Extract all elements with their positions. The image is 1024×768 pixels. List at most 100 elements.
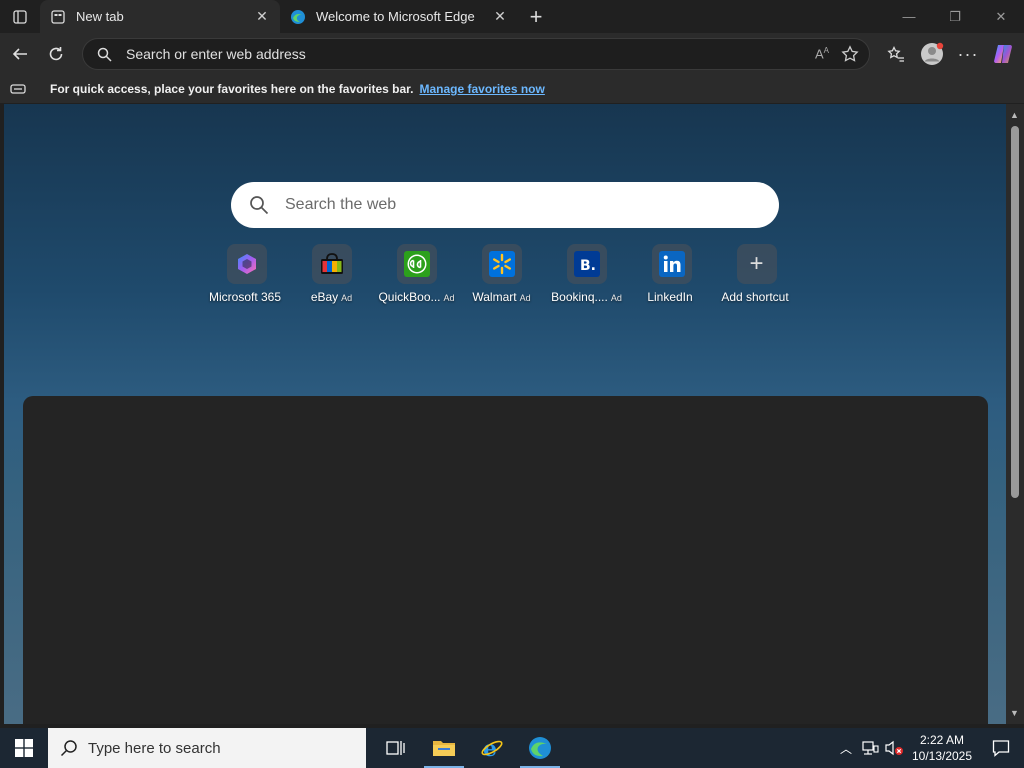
close-tab-icon[interactable]: ✕ xyxy=(254,8,270,25)
search-icon xyxy=(97,47,112,62)
web-search-input[interactable]: Search the web xyxy=(285,196,396,214)
scroll-down-icon[interactable]: ▼ xyxy=(1010,708,1019,718)
content-feed-panel xyxy=(23,396,988,724)
start-button[interactable] xyxy=(0,728,48,768)
walmart-icon xyxy=(488,251,515,277)
web-search-box[interactable]: Search the web xyxy=(231,182,779,228)
favorites-bar-icon xyxy=(0,83,36,95)
window-controls: — ❐ ✕ xyxy=(886,0,1024,33)
shortcut-ebay[interactable]: eBay Ad xyxy=(289,244,374,304)
tile: + xyxy=(736,244,777,284)
edge-icon xyxy=(529,737,551,759)
chevron-up-icon: ︿ xyxy=(839,741,852,756)
toolbar: Search or enter web address AA ··· xyxy=(0,33,1024,75)
new-tab-button[interactable]: + xyxy=(518,0,554,33)
internet-explorer-icon: e xyxy=(481,736,503,760)
new-tab-page: Search the web Microsoft 365 eBay Ad Quic… xyxy=(4,104,1006,724)
tab-title: New tab xyxy=(76,9,124,24)
page-scrollbar[interactable]: ▲ ▼ xyxy=(1006,104,1024,724)
plus-icon: + xyxy=(749,250,764,277)
tile xyxy=(226,244,267,284)
tile: B. xyxy=(566,244,607,284)
file-explorer-button[interactable] xyxy=(420,728,468,768)
close-window-button[interactable]: ✕ xyxy=(978,0,1024,33)
shortcuts-row: Microsoft 365 eBay Ad QuickBoo... Ad Walma… xyxy=(204,244,799,304)
system-tray: ︿ 2:22 AM 10/13/2025 xyxy=(834,728,1024,768)
taskbar-search[interactable]: Type here to search xyxy=(48,728,366,768)
microsoft-365-icon xyxy=(237,254,256,274)
folder-icon xyxy=(433,741,455,756)
search-icon xyxy=(60,740,77,757)
minimize-button[interactable]: — xyxy=(886,0,932,33)
back-arrow-icon xyxy=(12,48,27,60)
shortcut-label: Microsoft 365 xyxy=(208,290,282,304)
refresh-button[interactable] xyxy=(38,36,74,72)
favorites-bar: For quick access, place your favorites h… xyxy=(0,75,1024,103)
notifications-button[interactable] xyxy=(978,739,1024,757)
taskbar-search-input[interactable]: Type here to search xyxy=(88,740,221,757)
ad-badge: Ad xyxy=(443,293,455,303)
close-tab-icon[interactable]: ✕ xyxy=(492,8,508,25)
ebay-icon xyxy=(320,253,343,274)
shortcut-add[interactable]: + Add shortcut xyxy=(714,244,799,304)
internet-explorer-button[interactable]: e xyxy=(468,728,516,768)
notification-icon xyxy=(992,740,1010,757)
task-view-button[interactable] xyxy=(372,728,420,768)
booking-icon: B. xyxy=(573,251,600,277)
read-aloud-icon[interactable]: AA xyxy=(815,46,829,61)
tab-bar: New tab ✕ Welcome to Microsoft Edge ✕ + … xyxy=(0,0,1024,33)
clock-time: 2:22 AM xyxy=(919,733,965,747)
avatar-icon xyxy=(921,42,944,65)
task-view-icon xyxy=(386,741,405,755)
refresh-icon xyxy=(49,47,63,61)
network-icon[interactable] xyxy=(858,740,882,756)
linkedin-icon xyxy=(658,251,685,277)
shortcut-walmart[interactable]: Walmart Ad xyxy=(459,244,544,304)
windows-icon xyxy=(15,739,33,757)
quickbooks-icon xyxy=(403,251,430,277)
address-input[interactable]: Search or enter web address xyxy=(126,46,815,62)
tab-actions-button[interactable] xyxy=(0,0,40,33)
ad-badge: Ad xyxy=(519,293,531,303)
shortcut-booking[interactable]: B. Bookinq.... Ad xyxy=(544,244,629,304)
favorites-list-icon xyxy=(887,46,904,62)
copilot-icon xyxy=(994,45,1012,63)
tab-new-tab[interactable]: New tab ✕ xyxy=(40,0,280,33)
clock[interactable]: 2:22 AM 10/13/2025 xyxy=(906,732,978,764)
edge-icon xyxy=(290,9,306,25)
back-button[interactable] xyxy=(2,36,38,72)
svg-text:B.: B. xyxy=(580,258,596,274)
ad-badge: Ad xyxy=(341,293,353,303)
tile xyxy=(396,244,437,284)
settings-more-button[interactable]: ··· xyxy=(950,36,986,72)
shortcut-quickbooks[interactable]: QuickBoo... Ad xyxy=(374,244,459,304)
tile xyxy=(651,244,692,284)
favorites-bar-message: For quick access, place your favorites h… xyxy=(50,82,414,96)
copilot-button[interactable] xyxy=(986,36,1022,72)
plus-icon: + xyxy=(529,3,543,29)
tile xyxy=(311,244,352,284)
new-tab-icon xyxy=(50,9,66,25)
restore-button[interactable]: ❐ xyxy=(932,0,978,33)
favorites-button[interactable] xyxy=(878,36,914,72)
search-icon xyxy=(250,196,269,215)
favorite-star-icon[interactable] xyxy=(841,45,859,63)
manage-favorites-link[interactable]: Manage favorites now xyxy=(419,82,544,96)
shortcut-label: LinkedIn xyxy=(647,290,693,304)
shortcut-label: QuickBoo... Ad xyxy=(378,290,455,304)
shortcut-label: Add shortcut xyxy=(721,290,789,304)
tab-welcome[interactable]: Welcome to Microsoft Edge ✕ xyxy=(280,0,518,33)
shortcut-linkedin[interactable]: LinkedIn xyxy=(629,244,714,304)
scrollbar-thumb[interactable] xyxy=(1011,126,1019,498)
profile-button[interactable] xyxy=(914,36,950,72)
tab-actions-icon xyxy=(13,9,27,24)
shortcut-microsoft-365[interactable]: Microsoft 365 xyxy=(204,244,289,304)
ad-badge: Ad xyxy=(610,293,622,303)
show-hidden-icons[interactable]: ︿ xyxy=(834,740,858,757)
scroll-up-icon[interactable]: ▲ xyxy=(1010,110,1019,120)
tile xyxy=(481,244,522,284)
tab-title: Welcome to Microsoft Edge xyxy=(316,9,475,24)
address-bar[interactable]: Search or enter web address AA xyxy=(82,38,870,70)
edge-taskbar-button[interactable] xyxy=(516,728,564,768)
volume-muted-icon[interactable] xyxy=(882,740,906,756)
